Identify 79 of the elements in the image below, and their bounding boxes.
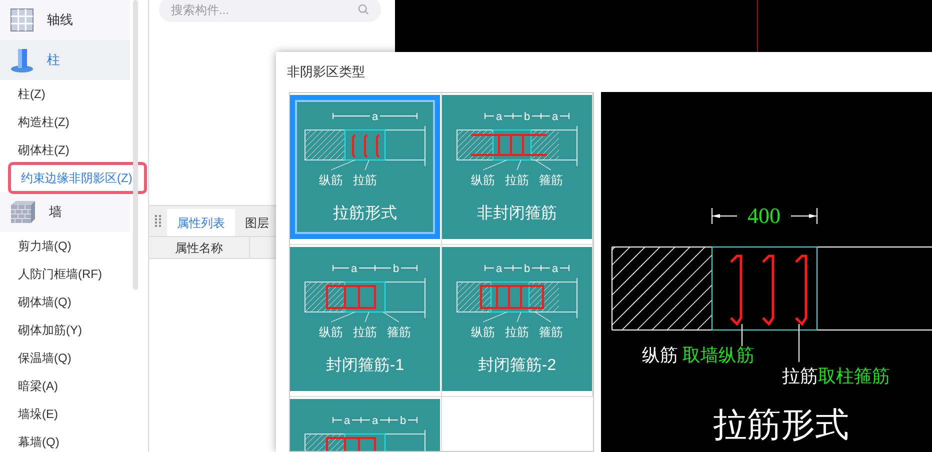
sidebar-item[interactable]: 人防门框墙(RF) [0, 265, 102, 283]
panel-tab[interactable]: 图层 [235, 209, 279, 236]
option-title: 封闭箍筋-2 [478, 357, 556, 374]
callout-label: 箍筋 [538, 325, 563, 339]
option-title: 非封闭箍筋 [476, 205, 557, 222]
leader-line [534, 312, 552, 322]
sidebar-item[interactable]: 墙垛(E) [0, 405, 58, 423]
callout-label: 纵筋 [470, 173, 495, 187]
leader-line [482, 160, 508, 170]
column-icon [10, 47, 34, 73]
dimension-label: a [552, 263, 558, 275]
sidebar-item[interactable]: 暗梁(A) [0, 377, 58, 395]
callout-label: 拉筋 [353, 173, 378, 187]
dimension-label: b [524, 263, 530, 275]
sidebar-item[interactable]: 幕墙(Q) [0, 433, 60, 451]
callout-label: 箍筋 [387, 325, 412, 339]
search-icon[interactable] [358, 4, 369, 15]
callout-label: 拉筋 [504, 325, 529, 339]
callout-label: 拉筋 [504, 173, 529, 187]
category-label: 柱 [47, 51, 60, 70]
column-header: 属性名称 [149, 237, 250, 258]
callout-label: 拉筋 [353, 325, 378, 339]
dimension-label: b [400, 415, 406, 427]
panel-tab[interactable]: 属性列表 [167, 209, 235, 236]
grid-icon [10, 8, 34, 32]
category-header[interactable]: 墙 [0, 192, 130, 232]
brick-wall-icon [10, 200, 36, 224]
callout-label: 纵筋 [470, 325, 495, 339]
dimension-label: a [552, 111, 558, 123]
callout-label: 纵筋 [319, 325, 344, 339]
sidebar-item[interactable]: 砌体加筋(Y) [0, 321, 82, 339]
leader-line [798, 324, 800, 362]
leader-line [482, 312, 508, 322]
dimension-label: a [372, 415, 378, 427]
sidebar-item[interactable]: 构造柱(Z) [0, 113, 70, 131]
sidebar-item[interactable]: 剪力墙(Q) [0, 237, 72, 255]
dialog-title: 非阴影区类型 [286, 63, 366, 82]
dimension-label: a [344, 415, 350, 427]
leader-line [330, 160, 356, 170]
option-card[interactable]: a 纵筋 拉筋 拉筋形式 [290, 95, 440, 239]
leader-line [364, 160, 370, 170]
sidebar-item[interactable]: 砌体柱(Z) [0, 141, 70, 159]
drag-handle-icon[interactable] [155, 215, 161, 227]
search-field[interactable]: 搜索构件... [159, 0, 381, 22]
sidebar-item[interactable]: 保温墙(Q) [0, 349, 72, 367]
scrollbar-thumb[interactable] [133, 0, 138, 290]
leader-line [516, 312, 522, 322]
dimension-label: b [524, 111, 530, 123]
sidebar-item[interactable]: 约束边缘非阴影区(Z) [8, 162, 147, 194]
crosshair-line [757, 0, 758, 52]
search-input[interactable]: 搜索构件... [171, 0, 321, 18]
leader-line [364, 312, 370, 322]
sidebar-item[interactable]: 砌体墙(Q) [0, 293, 72, 311]
category-header[interactable]: 轴线 [0, 0, 130, 40]
dimension-label: a [496, 111, 502, 123]
category-label: 墙 [49, 203, 62, 222]
leader-line [382, 312, 400, 322]
option-card[interactable]: a b a 纵筋 拉筋 箍筋 非封闭箍筋 [442, 95, 592, 239]
callout-label: 纵筋 [319, 173, 344, 187]
option-card[interactable]: a b a 纵筋 拉筋 箍筋 封闭箍筋-2 [442, 247, 592, 391]
callout-text: 纵筋 取墙纵筋 [642, 345, 754, 365]
option-title: 拉筋形式 [333, 205, 398, 222]
callout-text: 拉筋取柱箍筋 [782, 366, 890, 386]
dimension-label: a [496, 263, 502, 275]
category-header[interactable]: 柱 [0, 40, 130, 80]
category-label: 轴线 [47, 11, 73, 30]
option-card[interactable]: a a b [290, 399, 440, 451]
leader-line [330, 312, 356, 322]
dimension-label: b [393, 263, 400, 275]
leader-line [516, 160, 522, 170]
dimension-value: 400 [748, 203, 780, 228]
option-title: 封闭箍筋-1 [326, 357, 404, 374]
option-card[interactable]: a b 纵筋 拉筋 箍筋 封闭箍筋-1 [290, 247, 440, 391]
dimension-label: a [372, 111, 378, 123]
dimension-label: a [351, 263, 358, 275]
preview-title: 拉筋形式 [713, 407, 849, 444]
leader-line [534, 160, 552, 170]
sidebar-item[interactable]: 柱(Z) [0, 85, 46, 103]
callout-label: 箍筋 [538, 173, 563, 187]
